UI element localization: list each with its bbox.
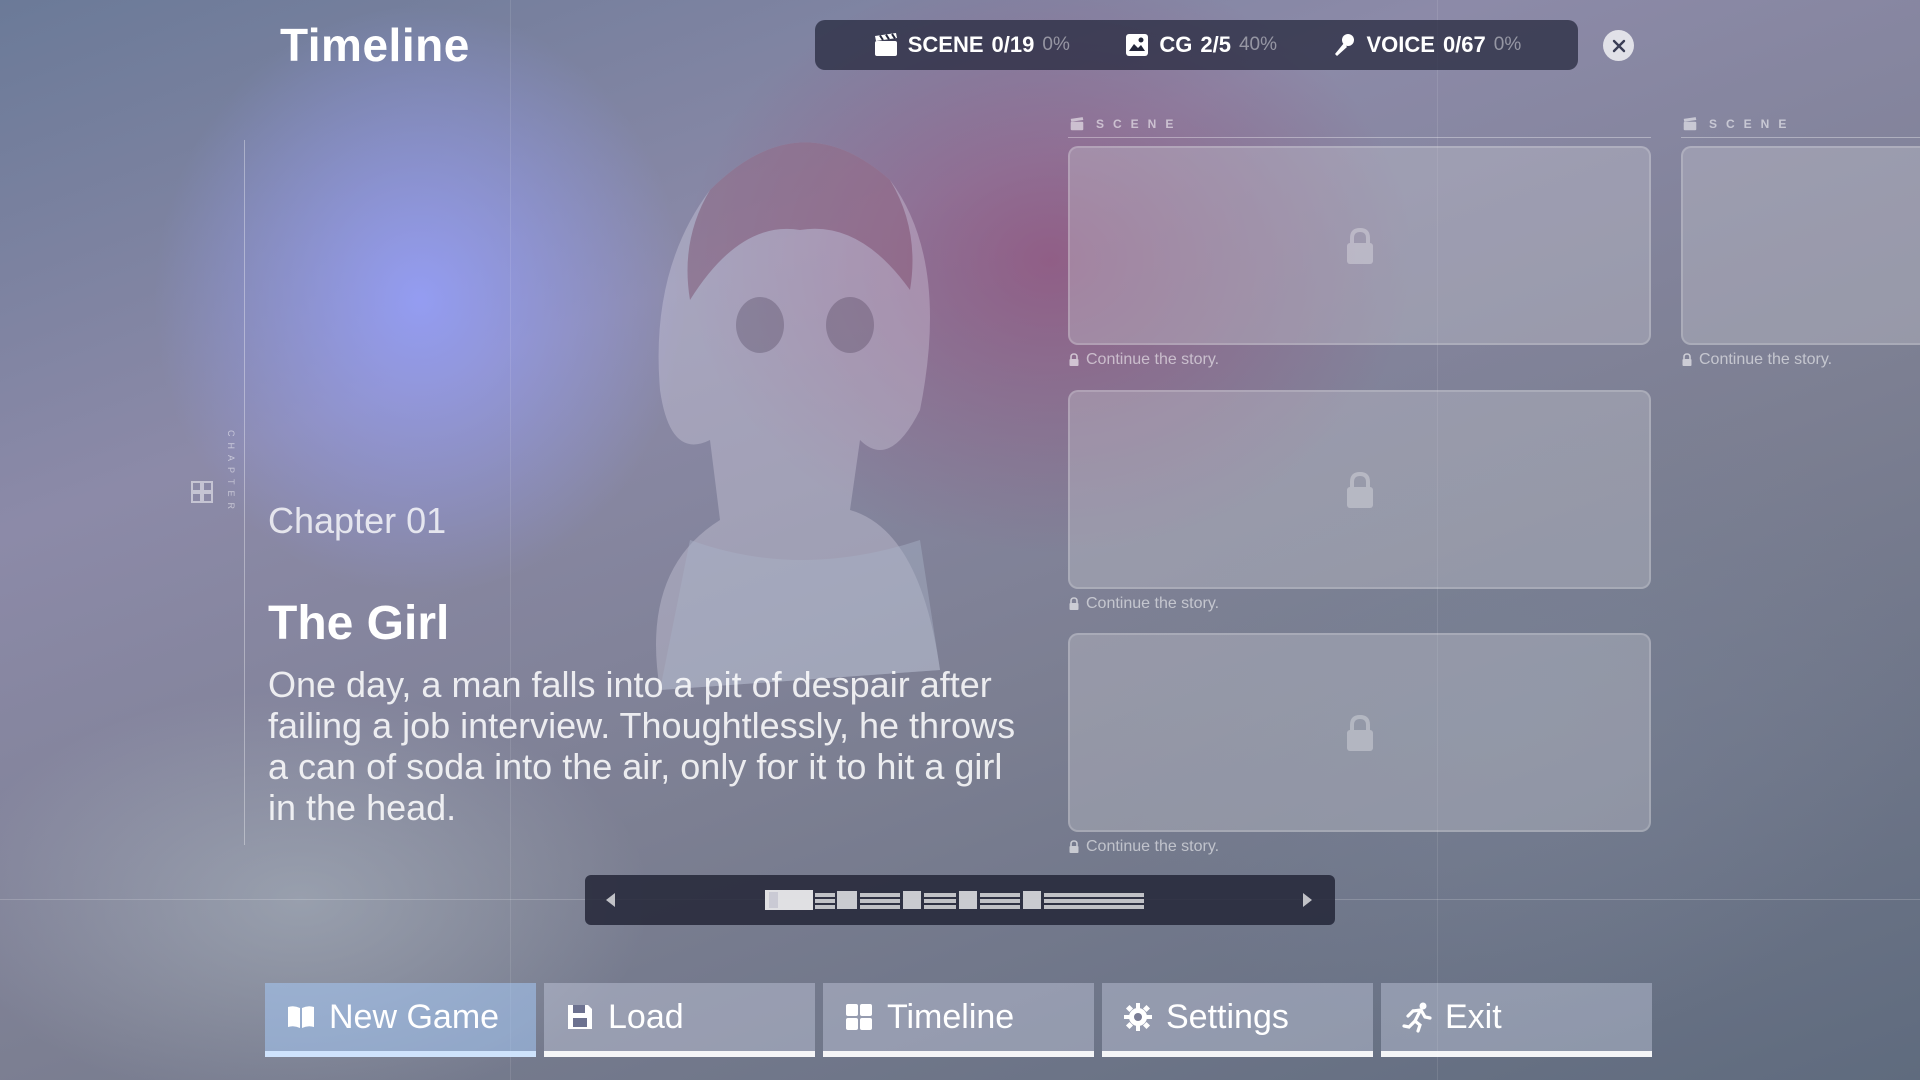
lock-icon	[1346, 471, 1373, 508]
cg-stat-count: 2/5	[1200, 32, 1231, 57]
clapperboard-icon	[1070, 117, 1084, 131]
load-label: Load	[608, 997, 684, 1036]
background-guide-line	[510, 0, 511, 1080]
book-icon	[288, 1006, 314, 1028]
lock-icon	[1069, 353, 1079, 366]
scene-card-caption: Continue the story.	[1681, 351, 1832, 369]
main-menu: New Game Load Timeline Settings Exit	[265, 983, 1652, 1057]
caret-right-icon[interactable]	[1297, 890, 1317, 910]
grid-icon	[846, 1004, 872, 1030]
exit-button[interactable]: Exit	[1381, 983, 1652, 1057]
close-button[interactable]	[1603, 30, 1634, 61]
new-game-label: New Game	[329, 997, 500, 1036]
timeline-button[interactable]: Timeline	[823, 983, 1094, 1057]
scene-stat: SCENE 0/19 0%	[872, 31, 1070, 59]
voice-stat-percent: 0%	[1493, 34, 1522, 55]
close-icon	[1612, 39, 1625, 52]
scene-stat-label: SCENE	[907, 32, 984, 57]
scene-column-label-text: SCENE	[1709, 117, 1796, 131]
clapperboard-icon	[1683, 117, 1697, 131]
settings-button[interactable]: Settings	[1102, 983, 1373, 1057]
page-title: Timeline	[280, 19, 470, 71]
scene-card[interactable]	[1068, 633, 1651, 832]
chapter-description: One day, a man falls into a pit of despa…	[268, 664, 1016, 828]
lock-icon	[1346, 714, 1373, 751]
timeline-scrubber[interactable]	[765, 889, 1160, 911]
scene-stat-percent: 0%	[1042, 34, 1070, 55]
scene-card[interactable]	[1068, 390, 1651, 589]
floppy-disk-icon	[568, 1005, 592, 1029]
timeline-pager	[585, 875, 1335, 925]
lock-icon	[1346, 227, 1373, 264]
chapter-side-label: CHAPTER	[226, 430, 236, 516]
scene-column-label-text: SCENE	[1096, 117, 1183, 131]
voice-stat: VOICE 0/67 0%	[1330, 31, 1521, 59]
cg-stat-label: CG	[1159, 32, 1193, 57]
scene-column-label: SCENE	[1068, 116, 1182, 132]
voice-stat-count: 0/67	[1442, 32, 1486, 57]
microphone-icon	[1335, 34, 1355, 56]
scene-column-label: SCENE	[1681, 116, 1795, 132]
chapter-title: The Girl	[268, 597, 450, 650]
lock-icon	[1682, 353, 1692, 366]
lock-icon	[1069, 840, 1079, 853]
voice-stat-label: VOICE	[1366, 32, 1435, 57]
collection-stats-bar: SCENE 0/19 0% CG 2/5 40% VOICE 0/67 0%	[815, 20, 1578, 70]
new-game-button[interactable]: New Game	[265, 983, 536, 1057]
caret-left-icon[interactable]	[601, 890, 621, 910]
scene-card-caption-text: Continue the story.	[1086, 351, 1220, 368]
cg-stat-percent: 40%	[1238, 34, 1277, 55]
scene-card[interactable]	[1068, 146, 1651, 345]
scene-card-caption: Continue the story.	[1068, 838, 1219, 856]
scene-card-caption: Continue the story.	[1068, 351, 1219, 369]
scene-card-caption-text: Continue the story.	[1086, 595, 1220, 612]
chapter-number: Chapter 01	[268, 500, 447, 541]
scene-card-caption-text: Continue the story.	[1086, 838, 1220, 855]
timeline-label: Timeline	[887, 997, 1015, 1036]
clapperboard-icon	[874, 33, 897, 56]
cg-stat: CG 2/5 40%	[1123, 31, 1277, 59]
image-icon	[1126, 34, 1149, 56]
running-person-icon	[1402, 1002, 1432, 1033]
lock-icon	[1069, 597, 1079, 610]
gear-icon	[1124, 1003, 1152, 1031]
scene-card[interactable]	[1681, 146, 1920, 345]
exit-label: Exit	[1445, 997, 1502, 1036]
scene-column-rule	[1681, 137, 1920, 138]
chapter-grid-icon	[191, 481, 213, 503]
scene-card-caption-text: Continue the story.	[1699, 351, 1833, 368]
scene-stat-count: 0/19	[991, 32, 1035, 57]
character-artwork	[656, 142, 940, 691]
load-button[interactable]: Load	[544, 983, 815, 1057]
scene-card-caption: Continue the story.	[1068, 595, 1219, 613]
settings-label: Settings	[1166, 997, 1289, 1036]
scene-column-rule	[1068, 137, 1651, 138]
chapter-divider	[244, 140, 245, 845]
